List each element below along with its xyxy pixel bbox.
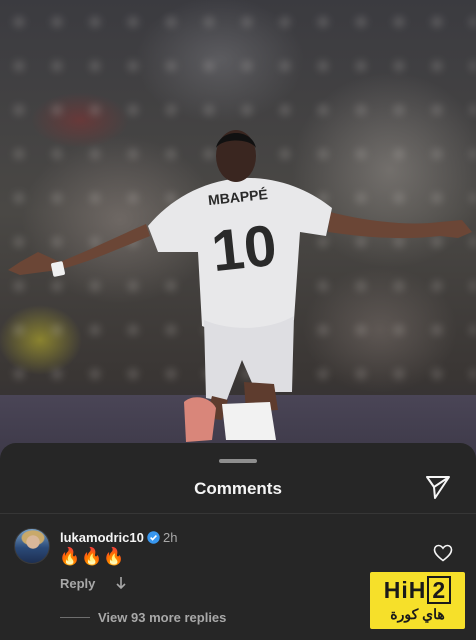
avatar[interactable] [14, 528, 50, 564]
logo-brand-prefix: HiH [383, 577, 427, 603]
player-figure: MBAPPÉ 10 [8, 130, 472, 442]
hihi2-logo: HiH 2 هاي كورة [370, 572, 465, 629]
sheet-title: Comments [194, 479, 282, 498]
comment-text: 🔥🔥🔥 [59, 547, 126, 566]
view-more-replies-button[interactable]: View 93 more replies [98, 610, 226, 625]
jersey-number: 10 [209, 213, 280, 284]
logo-brand-digit: 2 [427, 576, 452, 604]
logo-arabic-text: هاي كورة [390, 606, 445, 622]
reply-button[interactable]: Reply [60, 576, 95, 591]
down-arrow-icon[interactable] [114, 575, 128, 591]
verified-badge-icon [147, 531, 160, 544]
replies-line [60, 617, 90, 618]
divider [0, 513, 476, 514]
post-photo: MBAPPÉ 10 [0, 0, 476, 470]
heart-outline-icon[interactable] [433, 544, 453, 562]
drag-handle[interactable] [219, 459, 257, 463]
comment-username[interactable]: lukamodric10 [60, 530, 144, 545]
send-icon[interactable] [424, 474, 452, 500]
comment-time: 2h [163, 530, 178, 545]
